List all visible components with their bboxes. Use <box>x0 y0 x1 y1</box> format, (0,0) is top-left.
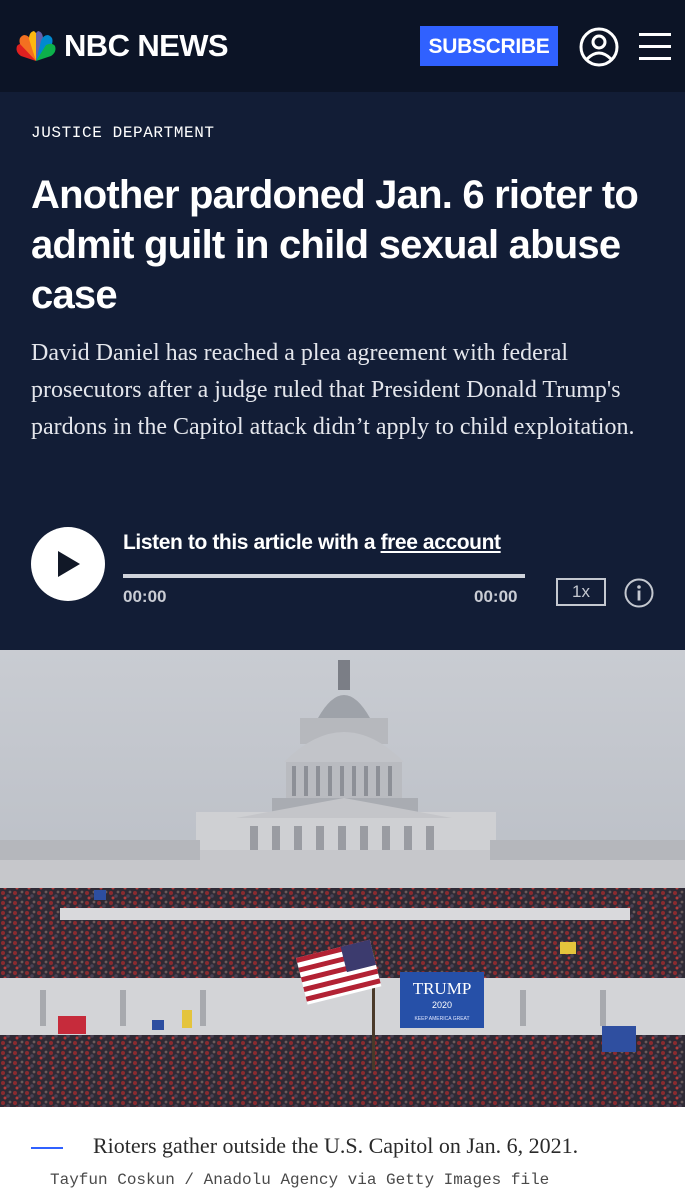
page: NBC NEWS SUBSCRIBE JUSTICE DEPARTMENT An… <box>0 0 685 1199</box>
nbc-news-logo[interactable]: NBC NEWS <box>14 28 229 64</box>
peacock-icon <box>16 31 56 61</box>
brand-name: NBC NEWS <box>64 28 229 63</box>
top-navigation-bar: NBC NEWS SUBSCRIBE <box>0 0 685 92</box>
flag-banner-year: 2020 <box>432 1000 452 1010</box>
menu-bar <box>639 57 671 60</box>
menu-bar <box>639 45 671 48</box>
caption-rule <box>31 1147 63 1149</box>
photo-credit: Tayfun Coskun / Anadolu Agency via Getty… <box>50 1171 550 1189</box>
play-button[interactable] <box>31 527 105 601</box>
duration: 00:00 <box>474 587 518 606</box>
menu-bar <box>639 33 671 36</box>
user-circle-icon[interactable] <box>579 27 619 67</box>
photo-caption: Rioters gather outside the U.S. Capitol … <box>93 1133 579 1158</box>
info-icon[interactable] <box>624 578 654 608</box>
audio-progress-bar[interactable] <box>123 574 525 578</box>
current-time: 00:00 <box>123 587 167 606</box>
hamburger-menu-icon[interactable] <box>639 33 671 61</box>
capitol-photo: TRUMP 2020 KEEP AMERICA GREAT <box>0 650 685 1107</box>
flag-banner-text: TRUMP <box>413 979 472 998</box>
flag-banner-tagline: KEEP AMERICA GREAT <box>414 1016 469 1022</box>
section-kicker-link[interactable]: JUSTICE DEPARTMENT <box>31 124 215 142</box>
play-icon <box>58 551 80 577</box>
article-dek: David Daniel has reached a plea agreemen… <box>31 340 635 440</box>
playback-speed-button[interactable]: 1x <box>556 578 606 606</box>
free-account-link[interactable]: free account <box>381 531 501 554</box>
listen-prompt: Listen to this article with a free accou… <box>123 531 501 555</box>
subscribe-button[interactable]: SUBSCRIBE <box>420 26 558 66</box>
listen-prompt-text: Listen to this article with a <box>123 531 376 554</box>
article-headline: Another pardoned Jan. 6 rioter to admit … <box>31 173 639 317</box>
